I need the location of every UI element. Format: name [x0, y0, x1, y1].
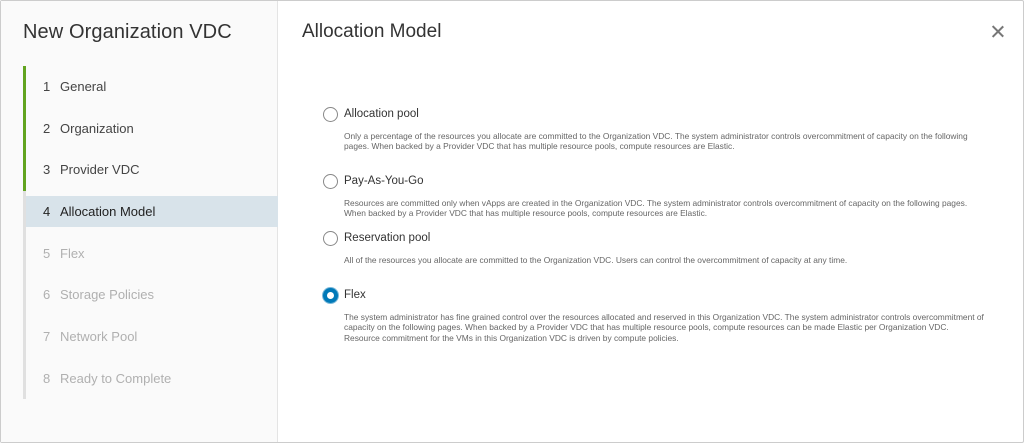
- step-number: 2: [43, 121, 51, 136]
- option-label: Allocation pool: [344, 108, 419, 120]
- step-number: 6: [43, 287, 51, 302]
- close-icon[interactable]: [989, 23, 1007, 41]
- step-number: 4: [43, 204, 51, 219]
- flex-radio-row[interactable]: Flex: [323, 286, 983, 304]
- wizard-sidebar: New Organization VDC 1 General 2 Organiz…: [1, 1, 278, 442]
- step-allocation-model[interactable]: 4 Allocation Model: [26, 196, 278, 227]
- step-network-pool: 7 Network Pool: [26, 321, 278, 352]
- option-label: Pay-As-You-Go: [344, 175, 424, 187]
- step-flex: 5 Flex: [26, 238, 278, 269]
- step-number: 1: [43, 79, 51, 94]
- step-storage-policies: 6 Storage Policies: [26, 279, 278, 310]
- step-label: Flex: [60, 246, 85, 261]
- step-number: 8: [43, 371, 51, 386]
- flex-radio[interactable]: [323, 287, 338, 303]
- wizard-title: New Organization VDC: [23, 21, 232, 43]
- reservation-pool-radio-row[interactable]: Reservation pool: [323, 229, 983, 247]
- pay-as-you-go-radio[interactable]: [323, 173, 338, 189]
- step-organization[interactable]: 2 Organization: [26, 113, 278, 144]
- step-label: Network Pool: [60, 329, 138, 344]
- option-description: Only a percentage of the resources you a…: [344, 131, 968, 152]
- step-ready-to-complete: 8 Ready to Complete: [26, 363, 278, 394]
- step-general[interactable]: 1 General: [26, 71, 278, 102]
- step-number: 3: [43, 162, 51, 177]
- step-number: 5: [43, 246, 51, 261]
- option-pay-as-you-go: Pay-As-You-Go Resources are committed on…: [323, 172, 983, 219]
- option-allocation-pool: Allocation pool Only a percentage of the…: [323, 105, 983, 152]
- step-label: Ready to Complete: [60, 371, 172, 386]
- step-label: Storage Policies: [60, 287, 154, 302]
- option-flex: Flex The system administrator has fine g…: [323, 286, 984, 343]
- step-label: Organization: [60, 121, 134, 136]
- wizard-content: Allocation Model Allocation pool Only a …: [279, 1, 1023, 442]
- option-label: Flex: [344, 289, 366, 301]
- option-description: Resources are committed only when vApps …: [344, 198, 968, 219]
- option-description: The system administrator has fine graine…: [344, 312, 984, 343]
- step-label: Provider VDC: [60, 162, 140, 177]
- option-description: All of the resources you allocate are co…: [344, 255, 848, 265]
- page-title: Allocation Model: [302, 21, 442, 42]
- step-label: General: [60, 79, 107, 94]
- new-org-vdc-wizard: New Organization VDC 1 General 2 Organiz…: [0, 0, 1024, 443]
- pay-as-you-go-radio-row[interactable]: Pay-As-You-Go: [323, 172, 983, 190]
- reservation-pool-radio[interactable]: [323, 230, 338, 246]
- option-reservation-pool: Reservation pool All of the resources yo…: [323, 229, 983, 265]
- allocation-pool-radio[interactable]: [323, 106, 338, 122]
- allocation-pool-radio-row[interactable]: Allocation pool: [323, 105, 983, 123]
- step-label: Allocation Model: [60, 204, 156, 219]
- option-label: Reservation pool: [344, 232, 431, 244]
- step-provider-vdc[interactable]: 3 Provider VDC: [26, 154, 278, 185]
- step-number: 7: [43, 329, 51, 344]
